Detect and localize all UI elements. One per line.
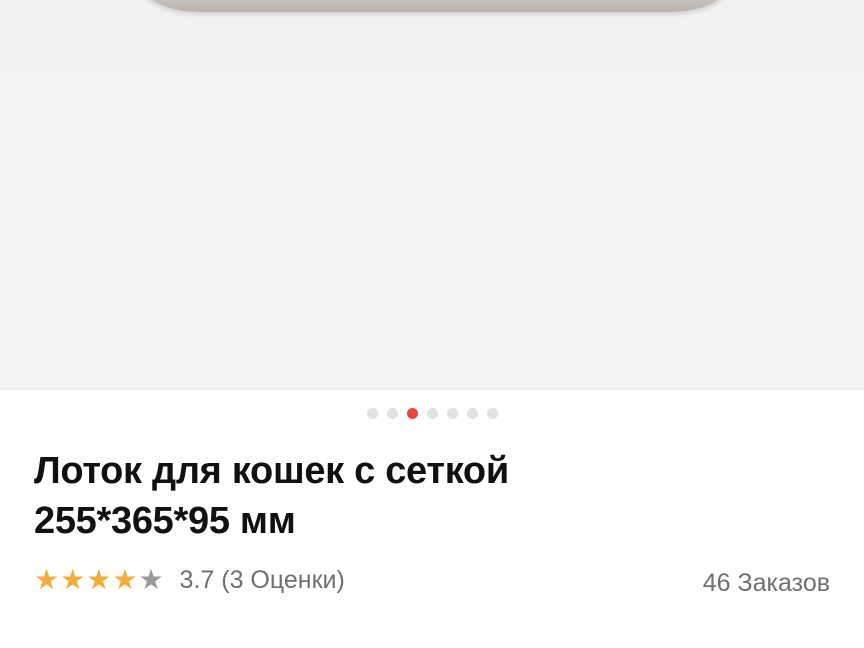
- carousel-dot[interactable]: [466, 408, 478, 419]
- star-empty-icon: ★: [138, 564, 164, 595]
- rating-summary[interactable]: 3.7 (3 Оценки): [180, 566, 345, 595]
- product-image[interactable]: [0, 0, 864, 389]
- star-icon: ★: [86, 564, 112, 595]
- carousel-dot-active[interactable]: [406, 408, 418, 419]
- star-icon: ★: [60, 564, 86, 595]
- litter-tray-photo: [140, 0, 730, 12]
- rating-stars: ★ ★ ★ ★ ★: [34, 565, 164, 595]
- divider: [0, 389, 864, 390]
- carousel-dot[interactable]: [486, 408, 498, 419]
- star-icon: ★: [112, 564, 138, 595]
- carousel-dots: [0, 408, 864, 419]
- carousel-dot[interactable]: [366, 408, 378, 419]
- rating-row[interactable]: ★ ★ ★ ★ ★ 3.7 (3 Оценки): [34, 565, 345, 595]
- product-title-line1: Лоток для кошек с сеткой: [34, 450, 509, 492]
- star-icon: ★: [34, 564, 60, 595]
- product-title: Лоток для кошек с сеткой 255*365*95 мм: [34, 446, 734, 546]
- product-page: Лоток для кошек с сеткой 255*365*95 мм ★…: [0, 0, 864, 648]
- orders-count: 46 Заказов: [702, 569, 830, 597]
- carousel-dot[interactable]: [386, 408, 398, 419]
- carousel-dot[interactable]: [426, 408, 438, 419]
- product-title-line2: 255*365*95 мм: [34, 500, 296, 542]
- carousel-dot[interactable]: [446, 408, 458, 419]
